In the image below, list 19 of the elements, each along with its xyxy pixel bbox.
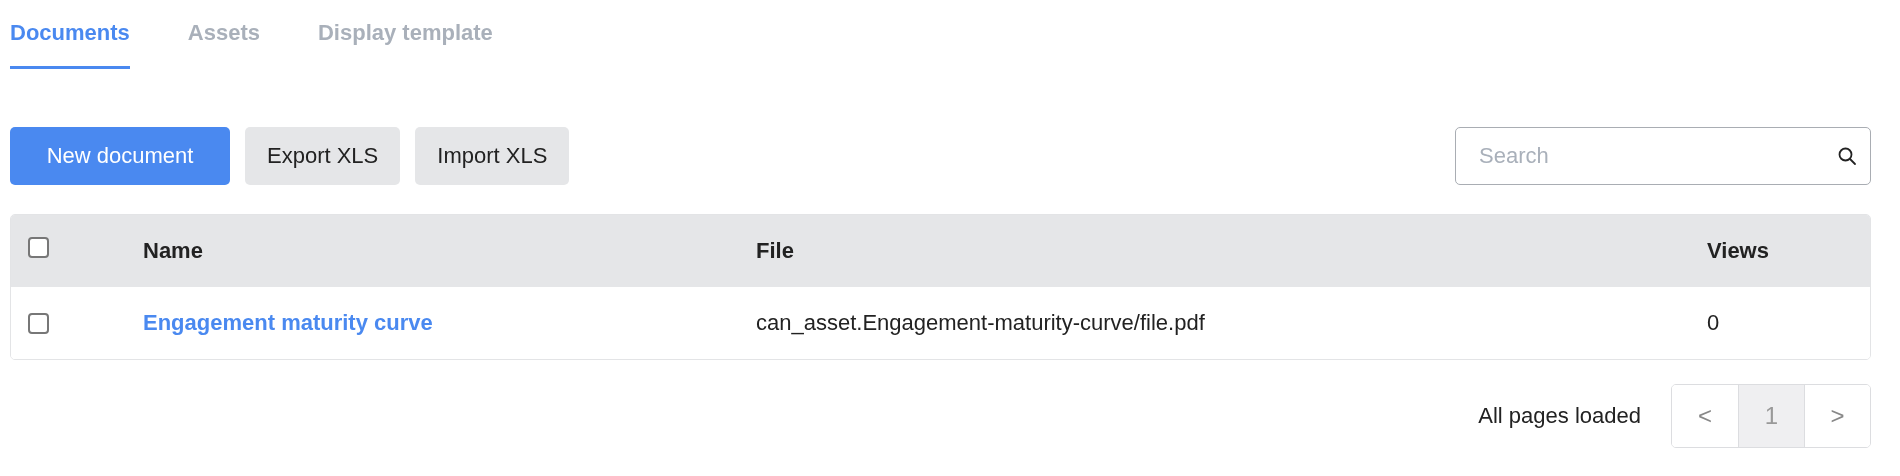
tab[interactable]: Documents — [10, 20, 130, 69]
new-document-button[interactable]: New document — [10, 127, 230, 185]
search-field[interactable]: Search — [1455, 127, 1871, 185]
next-page-button[interactable]: > — [1804, 385, 1870, 447]
checkbox[interactable] — [28, 312, 49, 334]
action-button[interactable]: Import XLS — [415, 127, 570, 185]
pagination-status: All pages loaded — [1478, 403, 1641, 429]
action-button[interactable]: Export XLS — [245, 127, 401, 185]
tab[interactable]: Display template — [317, 20, 493, 69]
page-button[interactable]: 1 — [1738, 385, 1804, 447]
tab[interactable]: Assets — [187, 20, 260, 69]
checkbox[interactable] — [28, 236, 49, 258]
document-link[interactable]: Engagement maturity curve — [143, 310, 433, 335]
column-header: File — [756, 238, 794, 263]
column-header: Views — [1707, 238, 1769, 263]
table-cell: can_asset.Engagement-maturity-curve/file.pdf — [756, 310, 1205, 335]
column-header: Name — [143, 238, 203, 263]
table-cell: 0 — [1707, 310, 1720, 335]
search-icon[interactable] — [1837, 146, 1857, 166]
